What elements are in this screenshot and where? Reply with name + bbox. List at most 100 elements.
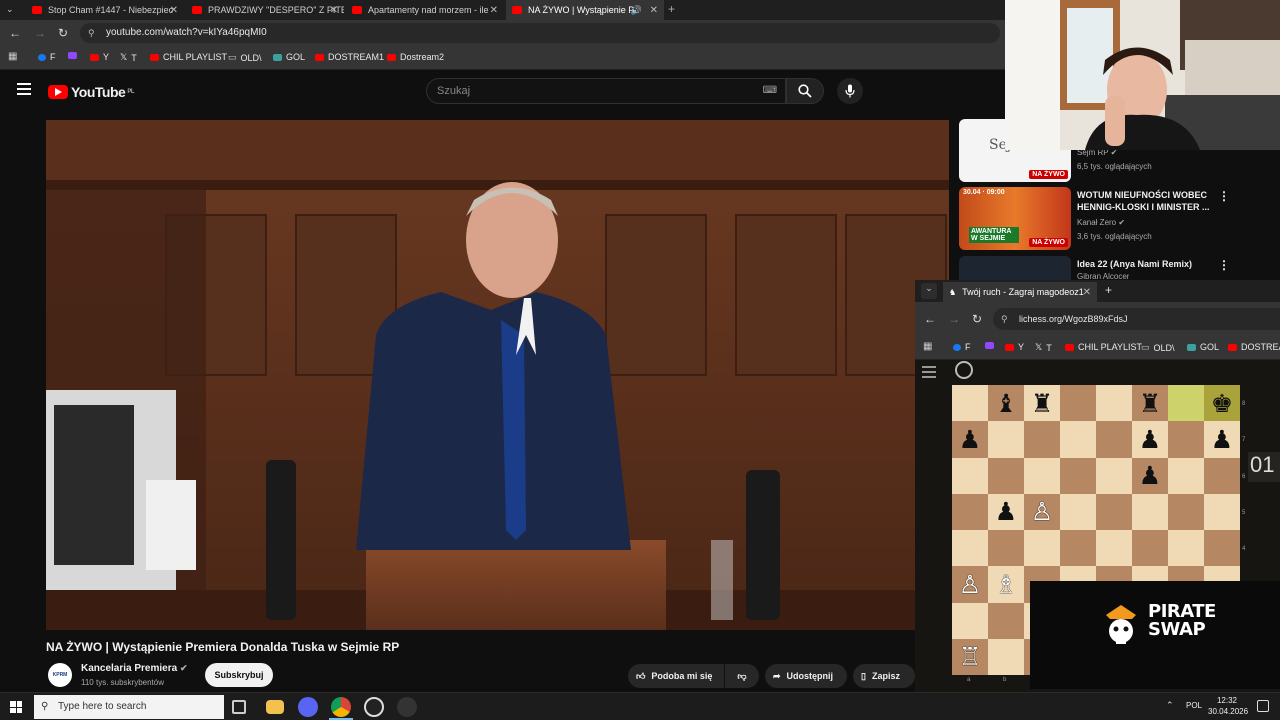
square-f5[interactable] [1132,493,1168,530]
square-e6[interactable] [1096,457,1132,494]
taskbar-clock[interactable]: 12:32 30.04.2026 [1208,695,1248,717]
dislike-button[interactable]: 👎︎ [725,664,759,688]
bookmark-y[interactable]: Y [90,52,109,62]
white-pawn-icon[interactable]: ♙ [959,572,981,597]
square-b3[interactable]: ♗ [988,566,1024,603]
square-d6[interactable] [1060,457,1096,494]
close-icon[interactable]: ✕ [650,5,658,16]
related-thumbnail-3[interactable] [959,256,1071,280]
share-button[interactable]: ➦ Udostępnij [765,664,847,688]
square-d5[interactable] [1060,493,1096,530]
close-icon[interactable]: ✕ [1083,287,1091,298]
youtube-logo[interactable]: YouTube PL [48,84,134,100]
square-g8[interactable] [1168,385,1204,422]
white-bishop-icon[interactable]: ♗ [995,572,1017,597]
square-f8[interactable]: ♜ [1132,385,1168,422]
related-channel-2[interactable]: Kanał Zero ✔ [1077,218,1125,227]
black-pawn-icon[interactable]: ♟ [959,427,981,452]
bookmark-twitch[interactable] [985,342,998,349]
black-pawn-icon[interactable]: ♟ [1139,427,1161,452]
chrome-icon[interactable] [331,697,351,717]
square-g7[interactable] [1168,421,1204,458]
bookmark-gol[interactable]: GOL [273,52,305,62]
like-button[interactable]: 👍︎ Podoba mi się [628,664,724,688]
close-icon[interactable]: ✕ [330,5,338,16]
tab-lichess[interactable]: ♞ Twój ruch - Zagraj magodeoz1 ✕ [943,282,1097,302]
bookmark-dostream2[interactable]: Dostream2 [387,52,444,62]
square-b5[interactable]: ♟ [988,493,1024,530]
square-c4[interactable] [1024,530,1060,567]
square-h8[interactable]: ♚ [1204,385,1240,422]
square-a7[interactable]: ♟ [952,421,988,458]
site-info-icon[interactable]: ⚲ [88,23,95,43]
notifications-icon[interactable] [1257,700,1269,712]
tab-despero[interactable]: PRAWDZIWY "DESPERO" Z PITB ✕ [186,0,344,20]
bookmark-gol[interactable]: GOL [1187,342,1219,352]
windows-start-icon[interactable] [10,701,22,713]
voice-search-button[interactable] [837,78,863,104]
speaker-icon[interactable]: 🔊 [631,5,642,16]
square-g5[interactable] [1168,493,1204,530]
close-icon[interactable]: ✕ [490,5,498,16]
related-title-2[interactable]: WOTUM NIEUFNOŚCI WOBEC HENNIG-KLOSKI I M… [1077,189,1212,213]
square-e7[interactable] [1096,421,1132,458]
obs-icon[interactable] [364,697,384,717]
keyboard-icon[interactable]: ⌨ [763,79,777,103]
site-info-icon[interactable]: ⚲ [1001,308,1008,330]
lichess-logo-icon[interactable] [955,361,973,379]
apps-grid-icon[interactable]: ▦ [923,341,932,352]
language-indicator[interactable]: POL [1186,701,1202,710]
square-a6[interactable] [952,457,988,494]
square-b4[interactable] [988,530,1024,567]
black-rook-icon[interactable]: ♜ [1139,391,1161,416]
square-d7[interactable] [1060,421,1096,458]
reload-icon[interactable]: ↻ [58,26,68,40]
back-icon[interactable]: ← [9,26,21,40]
save-button[interactable]: ▯ Zapisz [853,664,915,688]
square-g6[interactable] [1168,457,1204,494]
bookmark-chil-playlist[interactable]: CHIL PLAYLIST [150,52,227,62]
black-pawn-icon[interactable]: ♟ [995,499,1017,524]
discord-icon[interactable] [298,697,318,717]
square-h7[interactable]: ♟ [1204,421,1240,458]
task-view-icon[interactable] [232,700,246,714]
square-d8[interactable] [1060,385,1096,422]
tab-na-zywo[interactable]: NA ŻYWO | Wystąpienie Pr 🔊 ✕ [506,0,664,20]
square-a4[interactable] [952,530,988,567]
black-pawn-icon[interactable]: ♟ [1139,463,1161,488]
square-c8[interactable]: ♜ [1024,385,1060,422]
black-king-icon[interactable]: ♚ [1211,391,1233,416]
tab-list-icon[interactable]: ⌄ [921,283,937,299]
related-thumbnail-2[interactable]: 30.04 · 09:00 AWANTURA W SEJMIE NA ŻYWO [959,187,1071,250]
square-c7[interactable] [1024,421,1060,458]
back-icon[interactable]: ← [924,312,936,326]
black-rook-icon[interactable]: ♜ [1031,391,1053,416]
new-tab-button[interactable]: + [668,2,675,16]
bookmark-t[interactable]: 𝕏T [1035,342,1052,353]
maps-pin-icon[interactable] [397,697,417,717]
tab-list-icon[interactable]: ⌄ [6,4,14,15]
file-explorer-icon[interactable] [266,700,284,714]
new-tab-button[interactable]: + [1105,283,1112,297]
video-player[interactable] [46,120,949,630]
taskbar-search-input[interactable]: ⚲ Type here to search [34,695,224,719]
bookmark-y[interactable]: Y [1005,342,1024,352]
square-h6[interactable] [1204,457,1240,494]
square-a8[interactable] [952,385,988,422]
tray-chevron-icon[interactable]: ⌃ [1166,700,1174,711]
square-f4[interactable] [1132,530,1168,567]
forward-icon[interactable]: → [34,26,46,40]
square-d4[interactable] [1060,530,1096,567]
square-b7[interactable] [988,421,1024,458]
square-c5[interactable]: ♙ [1024,493,1060,530]
tab-apartamenty[interactable]: Apartamenty nad morzem - ile ✕ [346,0,504,20]
apps-grid-icon[interactable]: ▦ [8,51,17,62]
url-field[interactable]: ⚲ youtube.com/watch?v=kIYa46pqMI0 [80,23,1000,43]
bookmark-old[interactable]: ▭ OLD\ [1141,342,1175,353]
hamburger-menu-icon[interactable] [922,366,936,378]
square-b6[interactable] [988,457,1024,494]
lichess-url-field[interactable]: ⚲ lichess.org/WgozB89xFdsJ [993,308,1280,330]
square-a1[interactable]: ♖ [952,638,988,675]
square-f7[interactable]: ♟ [1132,421,1168,458]
white-rook-icon[interactable]: ♖ [959,644,981,669]
